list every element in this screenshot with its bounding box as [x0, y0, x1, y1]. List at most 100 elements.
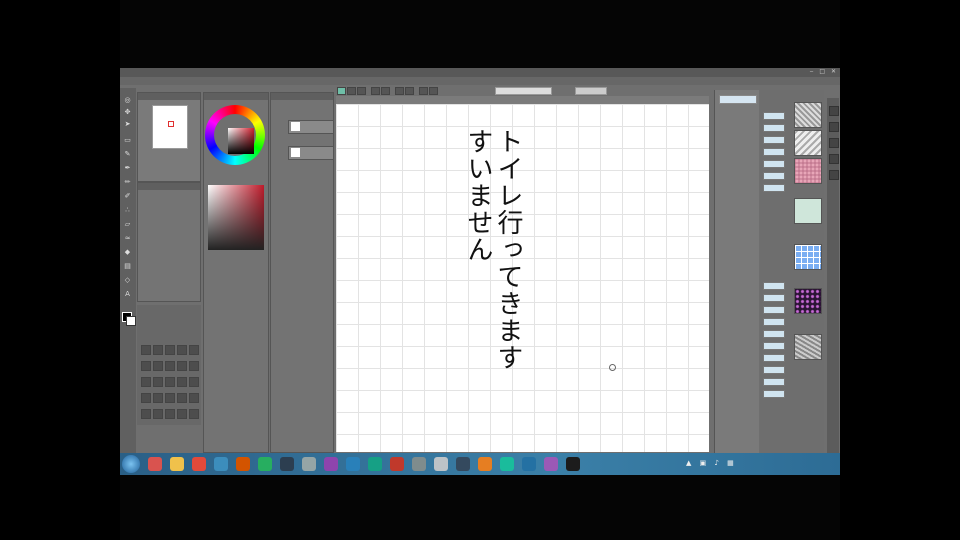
app-icon[interactable]	[412, 457, 426, 471]
tool-preset[interactable]	[177, 377, 187, 387]
tool-preset[interactable]	[189, 345, 199, 355]
brush-tool-icon[interactable]: ✐	[123, 192, 132, 200]
save-icon[interactable]	[357, 87, 366, 95]
tool-preset[interactable]	[165, 393, 175, 403]
panel-icon[interactable]	[829, 138, 839, 148]
material-button[interactable]	[763, 330, 785, 338]
tool-preset[interactable]	[189, 393, 199, 403]
material-thumbnail[interactable]	[794, 244, 822, 270]
browser-icon[interactable]	[148, 457, 162, 471]
figure-tool-icon[interactable]: ◇	[123, 276, 132, 284]
material-thumbnail[interactable]	[794, 288, 822, 314]
text-tool-icon[interactable]: A	[123, 290, 132, 298]
tool-preset[interactable]	[165, 361, 175, 371]
color-picker-box[interactable]	[208, 185, 264, 250]
pen-tool-icon[interactable]: ✒	[123, 164, 132, 172]
material-tab[interactable]	[719, 95, 757, 104]
open-icon[interactable]	[347, 87, 356, 95]
material-button[interactable]	[763, 390, 785, 398]
material-button[interactable]	[763, 148, 785, 156]
undo-icon[interactable]	[371, 87, 380, 95]
tool-preset[interactable]	[141, 345, 151, 355]
tool-preset[interactable]	[165, 345, 175, 355]
system-tray-icons[interactable]: ▲ ▣ ♪ ▦	[686, 459, 737, 467]
eraser-icon[interactable]: ▱	[123, 220, 132, 228]
eyedropper-icon[interactable]: ✎	[123, 150, 132, 158]
material-thumbnail[interactable]	[794, 198, 822, 224]
app-icon[interactable]	[390, 457, 404, 471]
app-icon[interactable]	[544, 457, 558, 471]
transform-icon[interactable]	[405, 87, 414, 95]
material-button[interactable]	[763, 136, 785, 144]
tool-preset[interactable]	[165, 409, 175, 419]
material-thumbnail[interactable]	[794, 130, 822, 156]
tool-preset[interactable]	[153, 345, 163, 355]
panel-icon[interactable]	[829, 106, 839, 116]
tool-preset[interactable]	[189, 377, 199, 387]
tool-preset[interactable]	[141, 393, 151, 403]
clip-studio-icon[interactable]	[566, 457, 580, 471]
app-icon[interactable]	[236, 457, 250, 471]
snap-icon[interactable]	[419, 87, 428, 95]
panel-icon[interactable]	[829, 170, 839, 180]
tool-preset[interactable]	[189, 361, 199, 371]
material-button[interactable]	[763, 282, 785, 290]
tool-preset[interactable]	[177, 361, 187, 371]
material-button[interactable]	[763, 172, 785, 180]
app-icon[interactable]	[346, 457, 360, 471]
zoom-tool-icon[interactable]: ◎	[123, 96, 132, 104]
navigator-thumbnail[interactable]	[152, 105, 188, 149]
material-button[interactable]	[763, 184, 785, 192]
tool-preset[interactable]	[141, 409, 151, 419]
app-icon[interactable]	[280, 457, 294, 471]
tool-preset[interactable]	[141, 361, 151, 371]
panel-icon[interactable]	[829, 154, 839, 164]
selection-tool-icon[interactable]: ▭	[123, 136, 132, 144]
clear-icon[interactable]	[395, 87, 404, 95]
pencil-tool-icon[interactable]: ✏	[123, 178, 132, 186]
material-button[interactable]	[763, 366, 785, 374]
material-button[interactable]	[763, 354, 785, 362]
material-button[interactable]	[763, 160, 785, 168]
command-field[interactable]	[575, 87, 607, 95]
app-icon[interactable]	[522, 457, 536, 471]
gradient-tool-icon[interactable]: ▤	[123, 262, 132, 270]
app-icon[interactable]	[214, 457, 228, 471]
new-file-icon[interactable]	[337, 87, 346, 95]
fill-tool-icon[interactable]: ◆	[123, 248, 132, 256]
app-icon[interactable]	[324, 457, 338, 471]
material-button[interactable]	[763, 378, 785, 386]
material-button[interactable]	[763, 112, 785, 120]
folder-icon[interactable]	[170, 457, 184, 471]
command-field[interactable]	[495, 87, 552, 95]
sub-color-swatch[interactable]	[126, 316, 136, 326]
app-icon[interactable]	[302, 457, 316, 471]
app-icon[interactable]	[434, 457, 448, 471]
tool-preset[interactable]	[153, 377, 163, 387]
material-button[interactable]	[763, 342, 785, 350]
tool-preset[interactable]	[177, 393, 187, 403]
material-button[interactable]	[763, 318, 785, 326]
window-controls[interactable]: ‒ □ ✕	[810, 68, 838, 75]
move-tool-icon[interactable]: ✥	[123, 108, 132, 116]
redo-icon[interactable]	[381, 87, 390, 95]
operation-tool-icon[interactable]: ➤	[123, 120, 132, 128]
tool-preset[interactable]	[153, 409, 163, 419]
color-wheel[interactable]	[205, 105, 265, 165]
material-button[interactable]	[763, 294, 785, 302]
app-icon[interactable]	[258, 457, 272, 471]
blend-tool-icon[interactable]: ≈	[123, 234, 132, 242]
tool-preset[interactable]	[165, 377, 175, 387]
tool-preset[interactable]	[141, 377, 151, 387]
material-button[interactable]	[763, 306, 785, 314]
start-icon[interactable]	[122, 455, 140, 473]
panel-icon[interactable]	[829, 122, 839, 132]
tool-preset[interactable]	[153, 393, 163, 403]
airbrush-icon[interactable]: ∴	[123, 206, 132, 214]
tool-preset[interactable]	[189, 409, 199, 419]
color-square[interactable]	[228, 128, 254, 154]
layer-row[interactable]	[288, 146, 334, 160]
snap-icon[interactable]	[429, 87, 438, 95]
app-icon[interactable]	[500, 457, 514, 471]
material-thumbnail[interactable]	[794, 102, 822, 128]
